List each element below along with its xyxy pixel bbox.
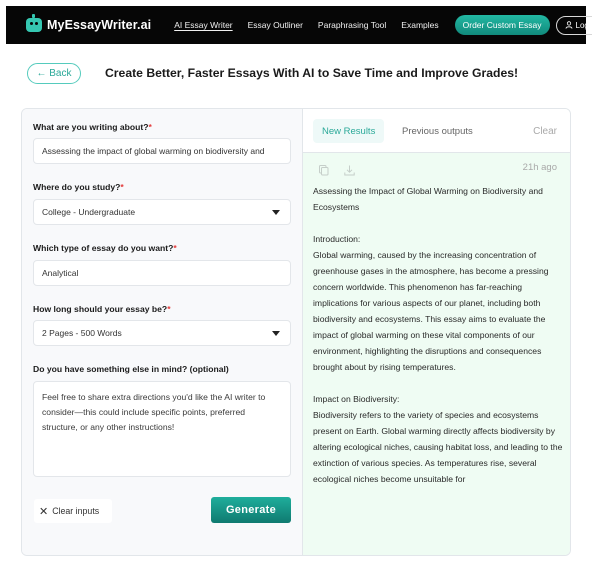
login-label: Login [575, 20, 592, 30]
essay-title: Assessing the Impact of Global Warming o… [313, 186, 543, 212]
result-toolbar: 21h ago [303, 159, 570, 180]
essay-type-input[interactable]: Analytical [33, 260, 291, 286]
robot-logo-icon [26, 14, 42, 32]
essay-paragraph: Impact on Biodiversity: Biodiversity ref… [313, 394, 563, 484]
study-level-select[interactable]: College - Undergraduate [33, 199, 291, 225]
order-custom-essay-button[interactable]: Order Custom Essay [454, 15, 550, 35]
essay-length-select[interactable]: 2 Pages - 500 Words [33, 320, 291, 346]
study-level-value: College - Undergraduate [42, 207, 136, 217]
chevron-down-icon [272, 210, 280, 215]
nav-link-paraphrasing-tool[interactable]: Paraphrasing Tool [318, 20, 386, 30]
generated-essay-text: Assessing the Impact of Global Warming o… [313, 183, 563, 503]
required-mark: * [173, 243, 177, 253]
topic-label: What are you writing about?* [33, 122, 152, 132]
top-navbar: MyEssayWriter.ai AI Essay Writer Essay O… [6, 6, 592, 44]
extra-instructions-label: Do you have something else in mind? (opt… [33, 364, 229, 374]
nav-links: AI Essay Writer Essay Outliner Paraphras… [174, 20, 453, 30]
generate-button[interactable]: Generate [211, 497, 291, 523]
topic-input[interactable]: Assessing the impact of global warming o… [33, 138, 291, 164]
download-icon[interactable] [344, 161, 355, 180]
essay-generator-card: What are you writing about?* Assessing t… [21, 108, 571, 556]
brand-name: MyEssayWriter.ai [47, 18, 152, 32]
essay-length-label: How long should your essay be?* [33, 304, 171, 314]
clear-inputs-button[interactable]: ✕ Clear inputs [34, 499, 112, 523]
study-level-label: Where do you study?* [33, 182, 124, 192]
clear-inputs-label: Clear inputs [52, 506, 100, 516]
input-panel: What are you writing about?* Assessing t… [22, 109, 303, 555]
results-panel: New Results Previous outputs Clear 21h a… [303, 109, 570, 555]
brand-logo[interactable]: MyEssayWriter.ai [26, 14, 152, 32]
tab-previous-outputs[interactable]: Previous outputs [393, 119, 482, 143]
chevron-down-icon [272, 331, 280, 336]
close-icon: ✕ [39, 505, 49, 518]
essay-paragraph: Introduction: Global warming, caused by … [313, 234, 549, 372]
clear-results-button[interactable]: Clear [533, 126, 557, 137]
nav-link-examples[interactable]: Examples [401, 20, 438, 30]
nav-link-ai-essay-writer[interactable]: AI Essay Writer [174, 20, 232, 30]
required-mark: * [148, 122, 152, 132]
results-tabs: New Results Previous outputs Clear [303, 109, 570, 153]
result-timestamp: 21h ago [522, 162, 557, 173]
tab-new-results[interactable]: New Results [313, 119, 385, 143]
user-icon [565, 21, 572, 29]
login-button[interactable]: Login [555, 15, 592, 35]
essay-length-value: 2 Pages - 500 Words [42, 328, 122, 338]
copy-icon[interactable] [319, 161, 329, 180]
back-button[interactable]: ← Back [27, 63, 81, 84]
extra-instructions-textarea[interactable]: Feel free to share extra directions you'… [33, 381, 291, 477]
essay-type-label: Which type of essay do you want?* [33, 243, 177, 253]
required-mark: * [167, 304, 171, 314]
nav-link-essay-outliner[interactable]: Essay Outliner [248, 20, 303, 30]
required-mark: * [120, 182, 124, 192]
page-title: Create Better, Faster Essays With AI to … [105, 66, 519, 80]
